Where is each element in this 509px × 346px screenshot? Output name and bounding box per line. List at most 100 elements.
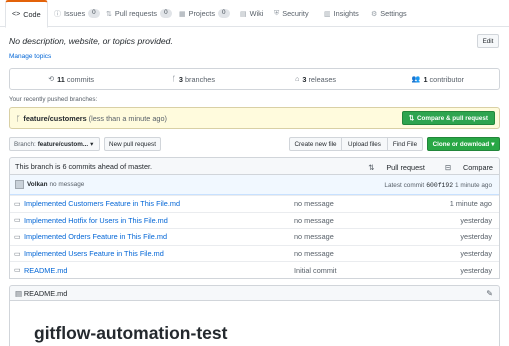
file-icon: ▭ bbox=[14, 250, 21, 258]
file-icon: ▭ bbox=[14, 217, 21, 225]
latest-commit-info: Latest commit 600f192 1 minute ago bbox=[384, 175, 492, 195]
graph-icon: ▥ bbox=[324, 10, 331, 18]
branch-select-button[interactable]: Branch: feature/custom... ▾ bbox=[9, 137, 100, 151]
file-commit-message[interactable]: no message bbox=[294, 216, 334, 225]
tab-counter: 0 bbox=[160, 9, 172, 18]
commits-link[interactable]: ⟲ 11 commits bbox=[10, 75, 132, 84]
clone-download-button[interactable]: Clone or download ▾ bbox=[427, 137, 500, 151]
contributors-count: 1 bbox=[423, 74, 428, 84]
avatar[interactable] bbox=[15, 180, 24, 189]
file-commit-message[interactable]: no message bbox=[294, 199, 334, 208]
readme-body: gitflow-automation-test bbox=[9, 301, 500, 346]
file-age: yesterday bbox=[460, 265, 492, 275]
history-icon: ⟲ bbox=[48, 76, 55, 83]
ahead-text: This branch is 6 commits ahead of master… bbox=[15, 161, 153, 171]
tab-insights[interactable]: ▥ Insights bbox=[318, 0, 365, 27]
tab-label: Wiki bbox=[249, 9, 264, 18]
book-icon: ▤ bbox=[240, 10, 247, 18]
readme-header: ▤ README.md ✎ bbox=[9, 285, 500, 301]
commit-sha-link[interactable]: 600f192 bbox=[426, 182, 453, 189]
ahead-pull-request-label: Pull request bbox=[386, 162, 425, 172]
commits-label: commits bbox=[66, 74, 94, 84]
edit-description-button[interactable]: Edit bbox=[477, 34, 499, 48]
book-icon: ▤ bbox=[15, 288, 22, 298]
file-icon: ▭ bbox=[14, 233, 21, 241]
file-commit-message[interactable]: Initial commit bbox=[294, 266, 337, 275]
releases-count: 3 bbox=[302, 74, 307, 84]
tab-issues[interactable]: ⓘ Issues 0 bbox=[48, 0, 106, 27]
table-row: ▭ Implemented Orders Feature in This Fil… bbox=[10, 228, 499, 245]
branch-ahead-bar: This branch is 6 commits ahead of master… bbox=[9, 157, 500, 175]
tab-pull-requests[interactable]: ⇅ Pull requests 0 bbox=[100, 0, 178, 27]
branches-link[interactable]: ᚴ 3 branches bbox=[132, 75, 254, 84]
ahead-compare-link[interactable]: ⊟ Compare bbox=[435, 163, 493, 172]
file-commit-message[interactable]: no message bbox=[294, 232, 334, 241]
repo-nav-tabs: <> Code ⓘ Issues 0 ⇅ Pull requests 0 ▦ P… bbox=[0, 0, 509, 28]
branch-icon: ᚴ bbox=[16, 113, 21, 123]
shield-icon: ⛨ bbox=[274, 9, 280, 17]
releases-link[interactable]: ⌂ 3 releases bbox=[255, 75, 377, 84]
file-age: yesterday bbox=[460, 215, 492, 225]
new-pull-request-button[interactable]: New pull request bbox=[104, 137, 161, 151]
file-name-link[interactable]: Implemented Users Feature in This File.m… bbox=[24, 249, 164, 258]
create-new-file-button[interactable]: Create new file bbox=[289, 137, 342, 151]
compare-pull-request-button[interactable]: ⇅ Compare & pull request bbox=[401, 111, 495, 125]
tab-label: Issues bbox=[64, 9, 86, 18]
compare-button-label: Compare & pull request bbox=[416, 114, 488, 122]
branches-label: branches bbox=[184, 74, 216, 84]
latest-commit-row: Volkan no message Latest commit 600f192 … bbox=[10, 175, 499, 195]
tab-wiki[interactable]: ▤ Wiki bbox=[234, 0, 269, 27]
repo-description: No description, website, or topics provi… bbox=[9, 36, 173, 46]
file-commit-message[interactable]: no message bbox=[294, 249, 334, 258]
file-age: yesterday bbox=[460, 232, 492, 242]
file-age: 1 minute ago bbox=[449, 199, 492, 209]
find-file-button[interactable]: Find File bbox=[388, 137, 423, 151]
branches-count: 3 bbox=[178, 74, 183, 84]
tab-counter: 0 bbox=[217, 9, 230, 18]
gear-icon: ⚙ bbox=[371, 10, 378, 18]
tab-label: Projects bbox=[188, 9, 215, 18]
branch-name: feature/custom... bbox=[37, 140, 89, 148]
ahead-compare-label: Compare bbox=[462, 162, 493, 172]
file-name-link[interactable]: Implemented Customers Feature in This Fi… bbox=[24, 199, 180, 208]
readme-filename: README.md bbox=[23, 288, 68, 298]
upload-files-button[interactable]: Upload files bbox=[342, 137, 388, 151]
releases-label: releases bbox=[308, 74, 337, 84]
recent-branches-heading: Your recently pushed branches: bbox=[9, 96, 98, 103]
people-icon: 👥 bbox=[411, 76, 421, 83]
tab-counter: 0 bbox=[88, 9, 100, 18]
chevron-down-icon: ▾ bbox=[90, 140, 94, 148]
branch-prefix: Branch: bbox=[14, 140, 36, 148]
pencil-icon[interactable]: ✎ bbox=[486, 289, 493, 298]
file-age: yesterday bbox=[460, 249, 492, 259]
project-icon: ▦ bbox=[179, 10, 186, 18]
tab-label: Pull requests bbox=[114, 9, 158, 18]
commit-message[interactable]: no message bbox=[49, 181, 84, 188]
file-name-link[interactable]: Implemented Orders Feature in This File.… bbox=[24, 232, 167, 241]
issue-icon: ⓘ bbox=[54, 10, 61, 18]
manage-topics-link[interactable]: Manage topics bbox=[9, 53, 51, 60]
tab-settings[interactable]: ⚙ Settings bbox=[365, 0, 413, 27]
branch-icon: ᚴ bbox=[171, 75, 176, 83]
table-row: ▭ Implemented Hotfix for Users in This F… bbox=[10, 211, 499, 229]
contributors-link[interactable]: 👥 1 contributor bbox=[377, 75, 499, 84]
repo-numbers-summary: ⟲ 11 commits ᚴ 3 branches ⌂ 3 releases 👥… bbox=[9, 68, 500, 90]
latest-commit-time: 1 minute ago bbox=[455, 181, 492, 189]
commits-count: 11 bbox=[57, 74, 65, 84]
file-icon: ▭ bbox=[14, 200, 21, 208]
table-row: ▭ README.md Initial commit yesterday bbox=[10, 261, 499, 278]
tab-label: Settings bbox=[380, 9, 407, 18]
file-name-link[interactable]: Implemented Hotfix for Users in This Fil… bbox=[24, 216, 168, 225]
tab-projects[interactable]: ▦ Projects 0 bbox=[173, 0, 236, 27]
latest-commit-prefix: Latest commit bbox=[384, 181, 425, 189]
recent-branch-name[interactable]: feature/customers bbox=[23, 114, 86, 123]
pull-request-icon: ⇅ bbox=[106, 10, 112, 18]
chevron-down-icon: ▾ bbox=[491, 140, 495, 148]
tab-code[interactable]: <> Code bbox=[5, 0, 48, 28]
file-name-link[interactable]: README.md bbox=[24, 266, 67, 275]
code-icon: <> bbox=[12, 11, 21, 18]
recent-push-time: (less than a minute ago) bbox=[88, 113, 167, 123]
ahead-pull-request-link[interactable]: ⇅ Pull request bbox=[358, 163, 425, 172]
commit-author[interactable]: Volkan bbox=[27, 181, 47, 188]
tab-security[interactable]: ⛨ Security bbox=[268, 0, 315, 27]
